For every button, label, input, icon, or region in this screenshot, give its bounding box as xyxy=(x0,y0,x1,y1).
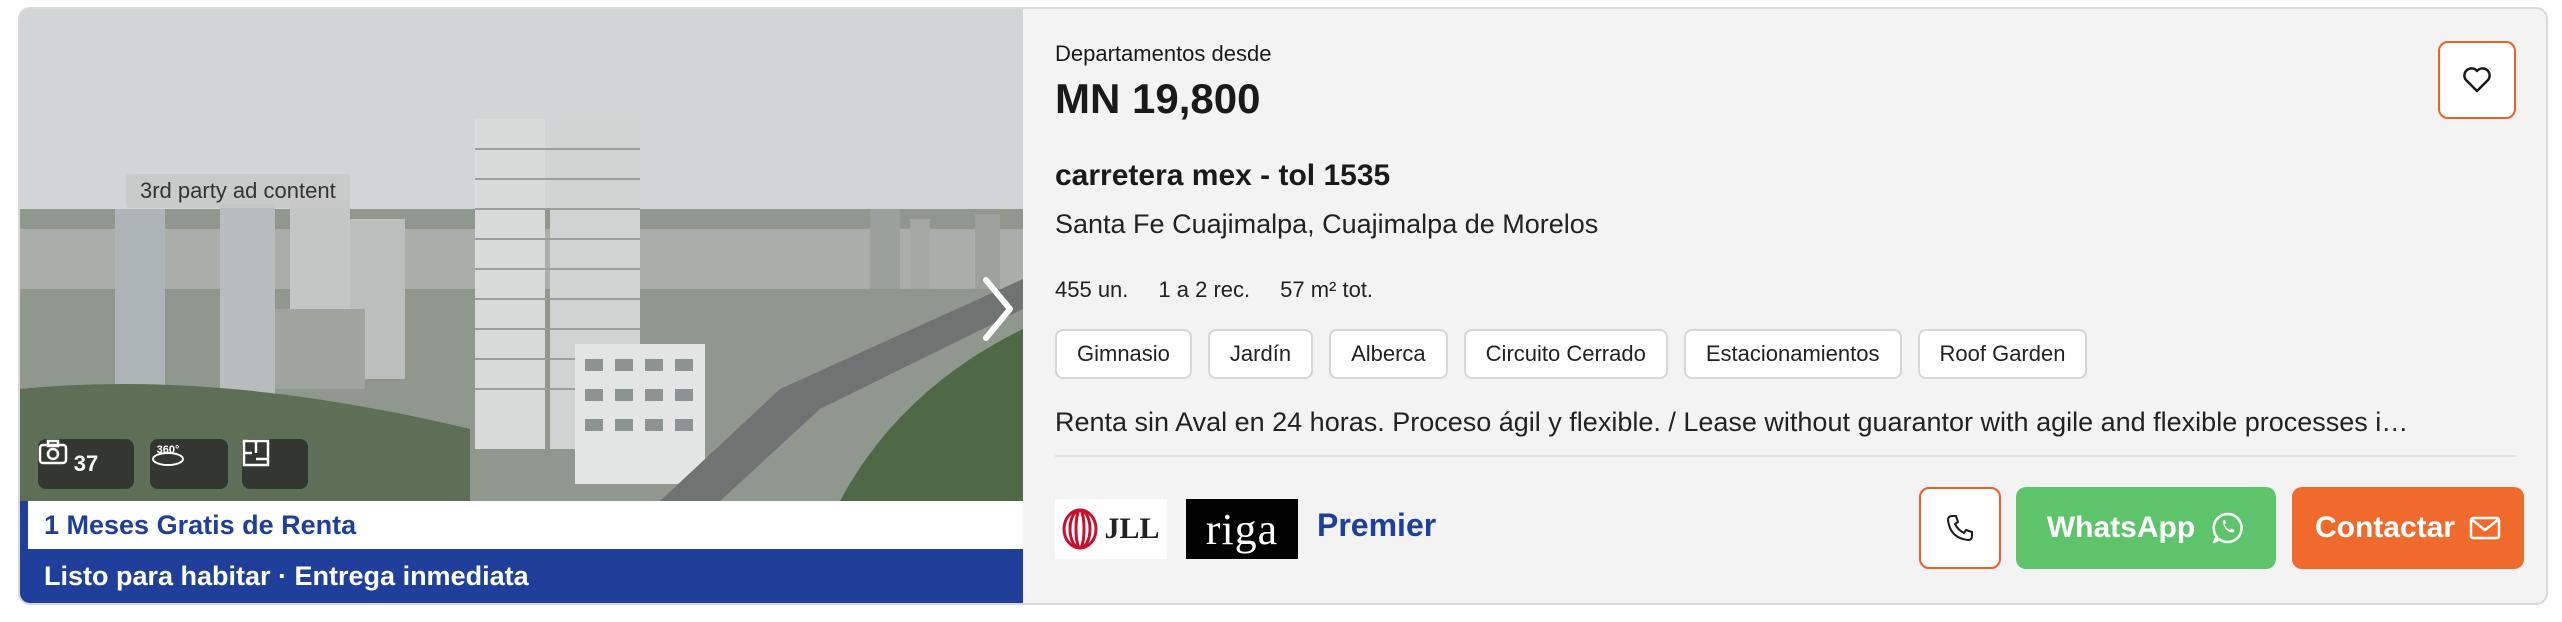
photo-count: 37 xyxy=(73,451,99,476)
listing-card[interactable]: 3rd party ad content 37 360° 1 Meses Gra… xyxy=(18,7,2548,605)
whatsapp-icon xyxy=(2212,512,2244,544)
360-view-icon: 360° xyxy=(152,444,184,466)
amenity-tag: Estacionamientos xyxy=(1683,329,1902,379)
publisher-logo-riga[interactable]: riga xyxy=(1186,499,1298,559)
publisher-logo-jll[interactable]: JLL xyxy=(1055,499,1167,559)
photo-gallery-button[interactable]: 37 xyxy=(38,439,134,489)
listing-media[interactable]: 3rd party ad content 37 360° 1 Meses Gra… xyxy=(20,9,1023,603)
jll-mark-icon xyxy=(1062,508,1098,550)
skyline-illustration xyxy=(20,9,1023,501)
amenity-tag: Circuito Cerrado xyxy=(1463,329,1668,379)
phone-icon xyxy=(1947,515,1973,541)
chevron-right-icon xyxy=(983,277,1013,341)
riga-wordmark: riga xyxy=(1205,504,1279,554)
whatsapp-button[interactable]: WhatsApp xyxy=(2016,487,2276,569)
contact-button[interactable]: Contactar xyxy=(2292,487,2524,569)
amenity-tag: Gimnasio xyxy=(1055,329,1192,379)
third-party-ad-label: 3rd party ad content xyxy=(126,174,350,208)
view-360-button[interactable]: 360° xyxy=(150,439,228,489)
feature-area: 57 m² tot. xyxy=(1280,277,1374,302)
contact-label: Contactar xyxy=(2314,511,2456,544)
jll-wordmark: JLL xyxy=(1104,512,1160,545)
listing-photo[interactable]: 3rd party ad content 37 360° xyxy=(20,9,1023,501)
camera-icon xyxy=(38,439,68,465)
price-value: MN 19,800 xyxy=(1055,75,1261,122)
amenity-list: Gimnasio Jardín Alberca Circuito Cerrado… xyxy=(1055,329,2088,379)
next-photo-button[interactable] xyxy=(978,274,1018,344)
feature-rooms: 1 a 2 rec. xyxy=(1158,277,1251,302)
availability-banner: Listo para habitar · Entrega inmediata xyxy=(28,549,1023,603)
divider xyxy=(1055,455,2516,457)
listing-location: Santa Fe Cuajimalpa, Cuajimalpa de Morel… xyxy=(1055,209,1599,239)
feature-list: 455 un. 1 a 2 rec. 57 m² tot. xyxy=(1055,277,1373,303)
floor-plan-icon xyxy=(242,439,270,467)
listing-address[interactable]: carretera mex - tol 1535 xyxy=(1055,159,1390,193)
publisher-tier: Premier xyxy=(1317,507,1437,543)
feature-units: 455 un. xyxy=(1055,277,1129,302)
promo-banner: 1 Meses Gratis de Renta xyxy=(28,501,1023,549)
mail-icon xyxy=(2469,516,2501,540)
call-button[interactable] xyxy=(1919,487,2001,569)
whatsapp-label: WhatsApp xyxy=(2046,511,2196,544)
heart-icon xyxy=(2463,67,2491,93)
media-edge-accent xyxy=(20,501,28,603)
amenity-tag: Roof Garden xyxy=(1917,329,2088,379)
listing-description: Renta sin Aval en 24 horas. Proceso ágil… xyxy=(1055,407,2409,437)
amenity-tag: Alberca xyxy=(1329,329,1448,379)
floor-plan-button[interactable] xyxy=(242,439,308,489)
amenity-tag: Jardín xyxy=(1207,329,1314,379)
favorite-button[interactable] xyxy=(2438,41,2516,119)
price-label: Departamentos desde xyxy=(1055,41,1272,66)
